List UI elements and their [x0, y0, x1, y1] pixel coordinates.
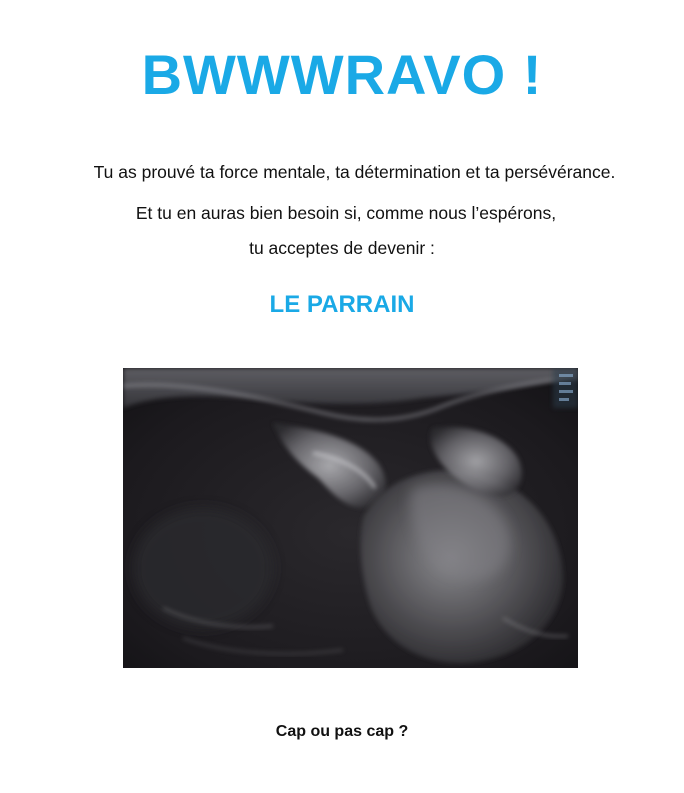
message-line-1: Tu as prouvé ta force mentale, ta déterm… [93, 162, 616, 182]
message-line-3: tu acceptes de devenir : [249, 238, 435, 258]
ultrasound-image [123, 368, 578, 668]
message-line-2: Et tu en auras bien besoin si, comme nou… [135, 203, 557, 223]
ultrasound-photo [123, 368, 578, 668]
role-title: LE PARRAIN [269, 291, 415, 318]
closing-question: Cap ou pas cap ? [275, 723, 409, 740]
headline-title: BWWWRAVO ! [141, 43, 543, 106]
